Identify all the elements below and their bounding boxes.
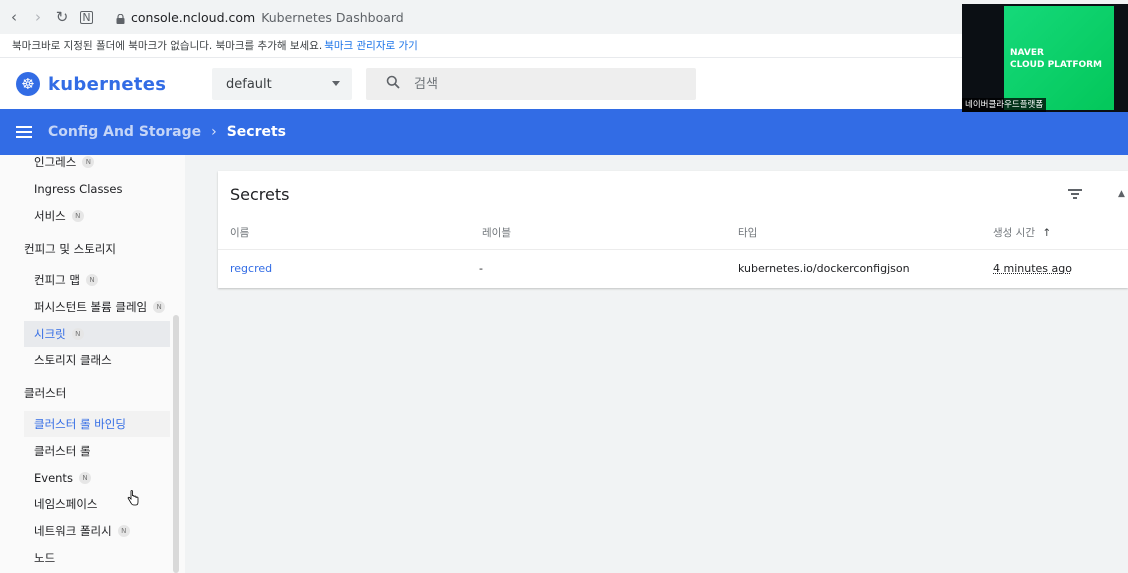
column-header-created-label: 생성 시간 [993,227,1035,239]
naver-logo-line1: NAVER [1010,48,1044,58]
sidebar-item-events[interactable]: Events N [24,465,170,491]
naver-cloud-screen [1004,6,1114,110]
search-box[interactable] [366,68,696,100]
sidebar-scrollbar[interactable] [173,315,179,573]
row-divider [218,249,1128,250]
reload-icon[interactable]: ↻ [52,7,72,27]
video-overlay: NAVER CLOUD PLATFORM 네이버클라우드플랫폼 [962,4,1128,112]
search-input[interactable] [414,76,654,92]
extension-icon[interactable]: N [80,10,93,24]
breadcrumb-toolbar: Config And Storage › Secrets [0,109,1128,155]
column-header-labels: 레이블 [482,227,511,239]
url-page-title: Kubernetes Dashboard [261,9,404,25]
overlay-caption: 네이버클라우드플랫폼 [962,98,1047,112]
chevron-up-icon[interactable]: ▲ [1118,189,1128,199]
logo-text: kubernetes [48,73,167,95]
chevron-down-icon [332,81,340,86]
sidebar-item-network-policies[interactable]: 네트워크 폴리시 N [24,518,170,544]
sidebar-item-label: Ingress Classes [34,182,123,196]
forward-icon[interactable]: › [28,7,48,27]
sidebar-section-cluster[interactable]: 클러스터 [24,385,66,401]
sidebar-item-services[interactable]: 서비스 N [24,203,170,229]
back-icon[interactable]: ‹ [4,7,24,27]
lock-icon [116,12,125,24]
sidebar-item-namespaces[interactable]: 네임스페이스 [24,491,170,517]
new-badge: N [71,210,84,222]
column-header-created[interactable]: 생성 시간 ↑ [993,225,1051,240]
card-title: Secrets [230,185,290,204]
sidebar-section-config-storage[interactable]: 컨피그 및 스토리지 [24,241,116,257]
secret-type: kubernetes.io/dockerconfigjson [738,262,910,275]
sidebar-item-label: 시크릿 [34,327,66,341]
address-bar[interactable]: console.ncloud.com Kubernetes Dashboard [106,4,976,30]
secret-labels: - [479,262,483,275]
column-header-type[interactable]: 타입 [738,225,757,240]
app-header: ☸ kubernetes default [0,58,1128,109]
sort-arrow-icon: ↑ [1042,227,1052,239]
url-domain: console.ncloud.com [131,9,256,25]
new-badge: N [153,301,166,313]
new-badge: N [82,156,95,168]
kubernetes-logo[interactable]: ☸ kubernetes [16,72,166,96]
sidebar-item-label: 서비스 [34,209,66,223]
secrets-card: Secrets ▲ 이름 레이블 타입 생성 시간 ↑ regcred - ku… [218,171,1128,288]
bookmark-bar: 북마크바로 지정된 폴더에 북마크가 없습니다. 북마크를 추가해 보세요. 북… [0,34,1128,58]
helm-wheel-icon: ☸ [16,72,40,96]
breadcrumb-current: Secrets [226,124,287,140]
sidebar-item-ingress[interactable]: 인그레스 N [24,155,170,175]
sidebar-item-label: 클러스터 롤 바인딩 [34,417,126,431]
new-badge: N [71,328,84,340]
sidebar-item-label: 퍼시스턴트 볼륨 클레임 [34,300,148,314]
column-header-name[interactable]: 이름 [230,225,249,240]
sidebar-item-label: 컨피그 맵 [34,273,80,287]
sidebar-item-cluster-roles[interactable]: 클러스터 롤 [24,438,170,464]
naver-logo-line2: CLOUD PLATFORM [1010,60,1103,70]
sidebar-item-ingress-classes[interactable]: Ingress Classes [24,176,170,202]
sidebar-item-storage-classes[interactable]: 스토리지 클래스 [24,347,170,373]
sidebar-item-label: 스토리지 클래스 [34,353,112,367]
sidebar-item-cluster-role-bindings[interactable]: 클러스터 롤 바인딩 [24,411,170,437]
new-badge: N [78,472,91,484]
sidebar-item-label: Events [34,471,73,485]
bookmark-manager-link[interactable]: 북마크 관리자로 가기 [324,38,418,53]
sidebar-item-label: 클러스터 롤 [34,444,91,458]
new-badge: N [85,274,98,286]
sidebar-item-secrets[interactable]: 시크릿 N [24,321,170,347]
namespace-value: default [226,76,272,92]
sidebar-item-nodes[interactable]: 노드 [24,545,170,571]
filter-icon[interactable] [1068,189,1082,199]
browser-toolbar: ‹ › ↻ N console.ncloud.com Kubernetes Da… [0,0,1128,34]
sidebar-item-label: 네트워크 폴리시 [34,524,112,538]
new-badge: N [117,525,130,537]
sidebar-item-pvc[interactable]: 퍼시스턴트 볼륨 클레임 N [24,294,170,320]
sidebar-item-config-maps[interactable]: 컨피그 맵 N [24,267,170,293]
search-icon [386,75,400,93]
bookmark-empty-message: 북마크바로 지정된 폴더에 북마크가 없습니다. 북마크를 추가해 보세요. [12,40,323,52]
sidebar-item-label: 노드 [34,551,56,565]
hand-cursor-icon [127,490,139,506]
secret-created: 4 minutes ago [993,262,1072,275]
sidebar: 인그레스 N Ingress Classes 서비스 N 컨피그 및 스토리지 컨피… [0,155,185,573]
chevron-right-icon: › [211,124,217,140]
breadcrumb-parent[interactable]: Config And Storage [48,124,201,140]
sidebar-item-label: 네임스페이스 [34,497,98,511]
secret-name-link[interactable]: regcred [230,262,272,275]
sidebar-item-label: 인그레스 [34,155,77,169]
namespace-select[interactable]: default [212,68,352,100]
menu-icon[interactable] [16,126,32,138]
